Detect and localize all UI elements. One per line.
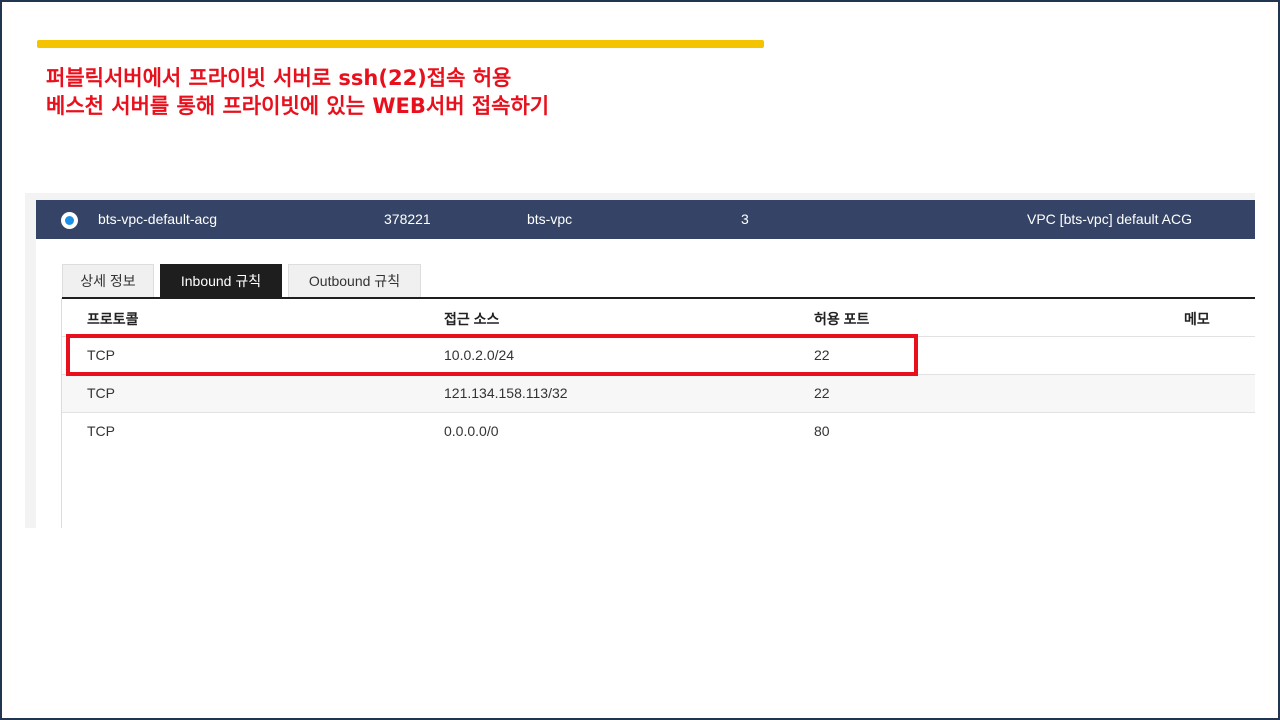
heading-line-1: 퍼블릭서버에서 프라이빗 서버로 ssh(22)접속 허용 [46,66,512,90]
header-port: 허용 포트 [814,311,870,327]
cell-protocol: TCP [87,423,115,439]
table-header: 프로토콜 접근 소스 허용 포트 메모 [62,299,1255,336]
cell-port: 22 [814,385,830,401]
acg-rule-count: 3 [741,211,749,227]
cell-source: 0.0.0.0/0 [444,423,499,439]
acg-selected-row[interactable]: bts-vpc-default-acg 378221 bts-vpc 3 VPC… [36,200,1255,239]
header-memo: 메모 [1184,311,1210,327]
table-row[interactable]: TCP 0.0.0.0/0 80 [62,412,1255,450]
radio-selected-icon[interactable] [61,212,78,229]
header-protocol: 프로토콜 [87,311,139,327]
slide-heading: 퍼블릭서버에서 프라이빗 서버로 ssh(22)접속 허용 베스천 서버를 통해… [46,64,549,120]
cell-protocol: TCP [87,385,115,401]
heading-line-2: 베스천 서버를 통해 프라이빗에 있는 WEB서버 접속하기 [46,94,550,118]
acg-description: VPC [bts-vpc] default ACG [1027,211,1192,227]
cell-source: 121.134.158.113/32 [444,385,568,401]
tab-outbound-rules[interactable]: Outbound 규칙 [288,264,421,298]
cell-port: 80 [814,423,830,439]
table-row[interactable]: TCP 121.134.158.113/32 22 [62,374,1255,412]
tab-details[interactable]: 상세 정보 [62,264,154,298]
radio-dot-icon [65,216,74,225]
accent-bar [37,40,764,48]
highlight-box [66,334,918,376]
acg-id: 378221 [384,211,431,227]
acg-name: bts-vpc-default-acg [98,211,218,227]
header-source: 접근 소스 [444,311,500,327]
tab-inbound-rules[interactable]: Inbound 규칙 [160,264,282,298]
acg-vpc: bts-vpc [527,211,573,227]
